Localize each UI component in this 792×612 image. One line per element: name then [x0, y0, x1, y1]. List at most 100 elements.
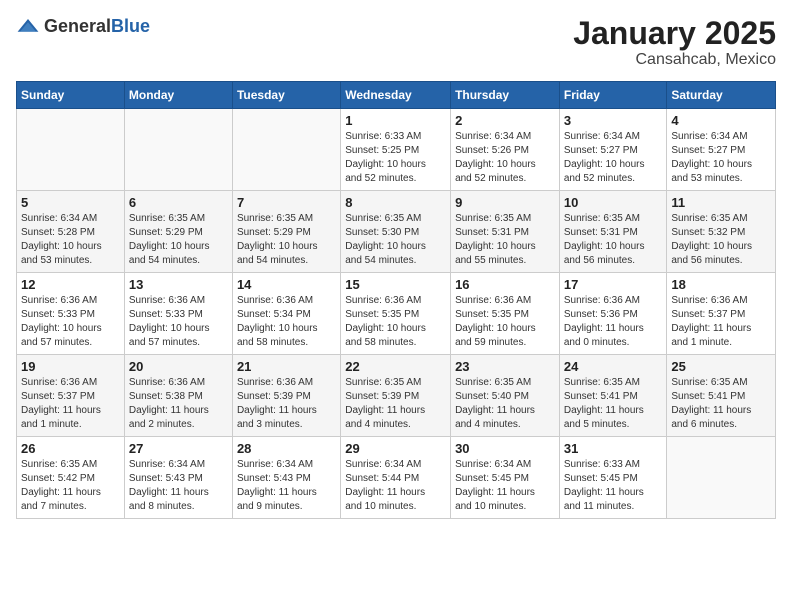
day-number: 28: [237, 441, 336, 456]
day-info: Sunrise: 6:36 AM Sunset: 5:35 PM Dayligh…: [455, 294, 555, 350]
calendar-cell: 26 Sunrise: 6:35 AM Sunset: 5:42 PM Dayli…: [17, 437, 125, 519]
day-info: Sunrise: 6:35 AM Sunset: 5:31 PM Dayligh…: [564, 212, 663, 268]
day-info: Sunrise: 6:36 AM Sunset: 5:34 PM Dayligh…: [237, 294, 336, 350]
day-info: Sunrise: 6:35 AM Sunset: 5:39 PM Dayligh…: [345, 376, 446, 432]
calendar-cell: 5 Sunrise: 6:34 AM Sunset: 5:28 PM Daylig…: [17, 191, 125, 273]
day-number: 6: [129, 195, 228, 210]
day-number: 11: [671, 195, 771, 210]
title-block: January 2025 Cansahcab, Mexico: [573, 16, 776, 69]
day-number: 25: [671, 359, 771, 374]
day-info: Sunrise: 6:35 AM Sunset: 5:31 PM Dayligh…: [455, 212, 555, 268]
calendar-cell: 19 Sunrise: 6:36 AM Sunset: 5:37 PM Dayli…: [17, 355, 125, 437]
calendar-cell: 8 Sunrise: 6:35 AM Sunset: 5:30 PM Daylig…: [341, 191, 451, 273]
weekday-header-sunday: Sunday: [17, 82, 125, 109]
day-info: Sunrise: 6:36 AM Sunset: 5:37 PM Dayligh…: [21, 376, 120, 432]
calendar-week-4: 19 Sunrise: 6:36 AM Sunset: 5:37 PM Dayli…: [17, 355, 776, 437]
day-info: Sunrise: 6:33 AM Sunset: 5:45 PM Dayligh…: [564, 458, 663, 514]
day-number: 29: [345, 441, 446, 456]
day-number: 26: [21, 441, 120, 456]
day-number: 10: [564, 195, 663, 210]
calendar-cell: [232, 109, 340, 191]
day-number: 31: [564, 441, 663, 456]
calendar-cell: 22Sunrise: 6:35 AM Sunset: 5:39 PM Dayli…: [341, 355, 451, 437]
weekday-header-wednesday: Wednesday: [341, 82, 451, 109]
calendar-cell: 28 Sunrise: 6:34 AM Sunset: 5:43 PM Dayli…: [232, 437, 340, 519]
calendar-cell: 12Sunrise: 6:36 AM Sunset: 5:33 PM Dayli…: [17, 273, 125, 355]
calendar-cell: 21Sunrise: 6:36 AM Sunset: 5:39 PM Dayli…: [232, 355, 340, 437]
day-number: 20: [129, 359, 228, 374]
calendar-cell: [667, 437, 776, 519]
day-number: 16: [455, 277, 555, 292]
day-info: Sunrise: 6:35 AM Sunset: 5:42 PM Dayligh…: [21, 458, 120, 514]
day-info: Sunrise: 6:35 AM Sunset: 5:40 PM Dayligh…: [455, 376, 555, 432]
calendar-cell: 9 Sunrise: 6:35 AM Sunset: 5:31 PM Daylig…: [451, 191, 560, 273]
calendar-cell: 17Sunrise: 6:36 AM Sunset: 5:36 PM Dayli…: [559, 273, 667, 355]
day-number: 12: [21, 277, 120, 292]
day-info: Sunrise: 6:36 AM Sunset: 5:38 PM Dayligh…: [129, 376, 228, 432]
calendar-cell: 6 Sunrise: 6:35 AM Sunset: 5:29 PM Daylig…: [124, 191, 232, 273]
day-info: Sunrise: 6:34 AM Sunset: 5:45 PM Dayligh…: [455, 458, 555, 514]
calendar-cell: 27Sunrise: 6:34 AM Sunset: 5:43 PM Dayli…: [124, 437, 232, 519]
calendar-cell: 20 Sunrise: 6:36 AM Sunset: 5:38 PM Dayli…: [124, 355, 232, 437]
day-info: Sunrise: 6:36 AM Sunset: 5:39 PM Dayligh…: [237, 376, 336, 432]
calendar-cell: 29 Sunrise: 6:34 AM Sunset: 5:44 PM Dayli…: [341, 437, 451, 519]
day-info: Sunrise: 6:34 AM Sunset: 5:27 PM Dayligh…: [671, 130, 771, 186]
calendar-subtitle: Cansahcab, Mexico: [573, 51, 776, 69]
day-number: 23: [455, 359, 555, 374]
day-info: Sunrise: 6:34 AM Sunset: 5:44 PM Dayligh…: [345, 458, 446, 514]
day-number: 5: [21, 195, 120, 210]
calendar-cell: 3 Sunrise: 6:34 AM Sunset: 5:27 PM Daylig…: [559, 109, 667, 191]
day-number: 15: [345, 277, 446, 292]
logo: GeneralBlue: [16, 16, 150, 37]
calendar-cell: 30 Sunrise: 6:34 AM Sunset: 5:45 PM Dayli…: [451, 437, 560, 519]
calendar-week-2: 5 Sunrise: 6:34 AM Sunset: 5:28 PM Daylig…: [17, 191, 776, 273]
day-number: 14: [237, 277, 336, 292]
day-number: 17: [564, 277, 663, 292]
calendar-body: 1 Sunrise: 6:33 AM Sunset: 5:25 PM Daylig…: [17, 109, 776, 519]
day-info: Sunrise: 6:34 AM Sunset: 5:28 PM Dayligh…: [21, 212, 120, 268]
day-info: Sunrise: 6:34 AM Sunset: 5:27 PM Dayligh…: [564, 130, 663, 186]
calendar-cell: 25Sunrise: 6:35 AM Sunset: 5:41 PM Dayli…: [667, 355, 776, 437]
calendar-cell: [17, 109, 125, 191]
weekday-header-friday: Friday: [559, 82, 667, 109]
day-number: 8: [345, 195, 446, 210]
calendar-cell: 2 Sunrise: 6:34 AM Sunset: 5:26 PM Daylig…: [451, 109, 560, 191]
calendar-cell: 18 Sunrise: 6:36 AM Sunset: 5:37 PM Dayli…: [667, 273, 776, 355]
calendar-cell: 31 Sunrise: 6:33 AM Sunset: 5:45 PM Dayli…: [559, 437, 667, 519]
day-number: 13: [129, 277, 228, 292]
page-header: GeneralBlue January 2025 Cansahcab, Mexi…: [16, 16, 776, 69]
weekday-header-saturday: Saturday: [667, 82, 776, 109]
day-number: 4: [671, 113, 771, 128]
day-info: Sunrise: 6:34 AM Sunset: 5:43 PM Dayligh…: [237, 458, 336, 514]
weekday-header-monday: Monday: [124, 82, 232, 109]
day-number: 2: [455, 113, 555, 128]
day-info: Sunrise: 6:35 AM Sunset: 5:29 PM Dayligh…: [129, 212, 228, 268]
day-info: Sunrise: 6:33 AM Sunset: 5:25 PM Dayligh…: [345, 130, 446, 186]
day-number: 7: [237, 195, 336, 210]
day-number: 9: [455, 195, 555, 210]
logo-blue: Blue: [111, 16, 150, 36]
weekday-header-tuesday: Tuesday: [232, 82, 340, 109]
calendar-week-5: 26 Sunrise: 6:35 AM Sunset: 5:42 PM Dayli…: [17, 437, 776, 519]
day-number: 3: [564, 113, 663, 128]
day-number: 1: [345, 113, 446, 128]
day-info: Sunrise: 6:35 AM Sunset: 5:30 PM Dayligh…: [345, 212, 446, 268]
calendar-cell: 13Sunrise: 6:36 AM Sunset: 5:33 PM Dayli…: [124, 273, 232, 355]
day-number: 27: [129, 441, 228, 456]
weekday-header-thursday: Thursday: [451, 82, 560, 109]
calendar-cell: [124, 109, 232, 191]
calendar-title: January 2025: [573, 16, 776, 51]
day-info: Sunrise: 6:35 AM Sunset: 5:41 PM Dayligh…: [564, 376, 663, 432]
day-number: 30: [455, 441, 555, 456]
calendar-cell: 24 Sunrise: 6:35 AM Sunset: 5:41 PM Dayli…: [559, 355, 667, 437]
calendar-table: SundayMondayTuesdayWednesdayThursdayFrid…: [16, 81, 776, 519]
day-info: Sunrise: 6:36 AM Sunset: 5:35 PM Dayligh…: [345, 294, 446, 350]
day-info: Sunrise: 6:36 AM Sunset: 5:37 PM Dayligh…: [671, 294, 771, 350]
day-number: 18: [671, 277, 771, 292]
weekday-header-row: SundayMondayTuesdayWednesdayThursdayFrid…: [17, 82, 776, 109]
day-number: 19: [21, 359, 120, 374]
day-number: 24: [564, 359, 663, 374]
calendar-cell: 10 Sunrise: 6:35 AM Sunset: 5:31 PM Dayli…: [559, 191, 667, 273]
day-info: Sunrise: 6:34 AM Sunset: 5:26 PM Dayligh…: [455, 130, 555, 186]
calendar-week-3: 12Sunrise: 6:36 AM Sunset: 5:33 PM Dayli…: [17, 273, 776, 355]
